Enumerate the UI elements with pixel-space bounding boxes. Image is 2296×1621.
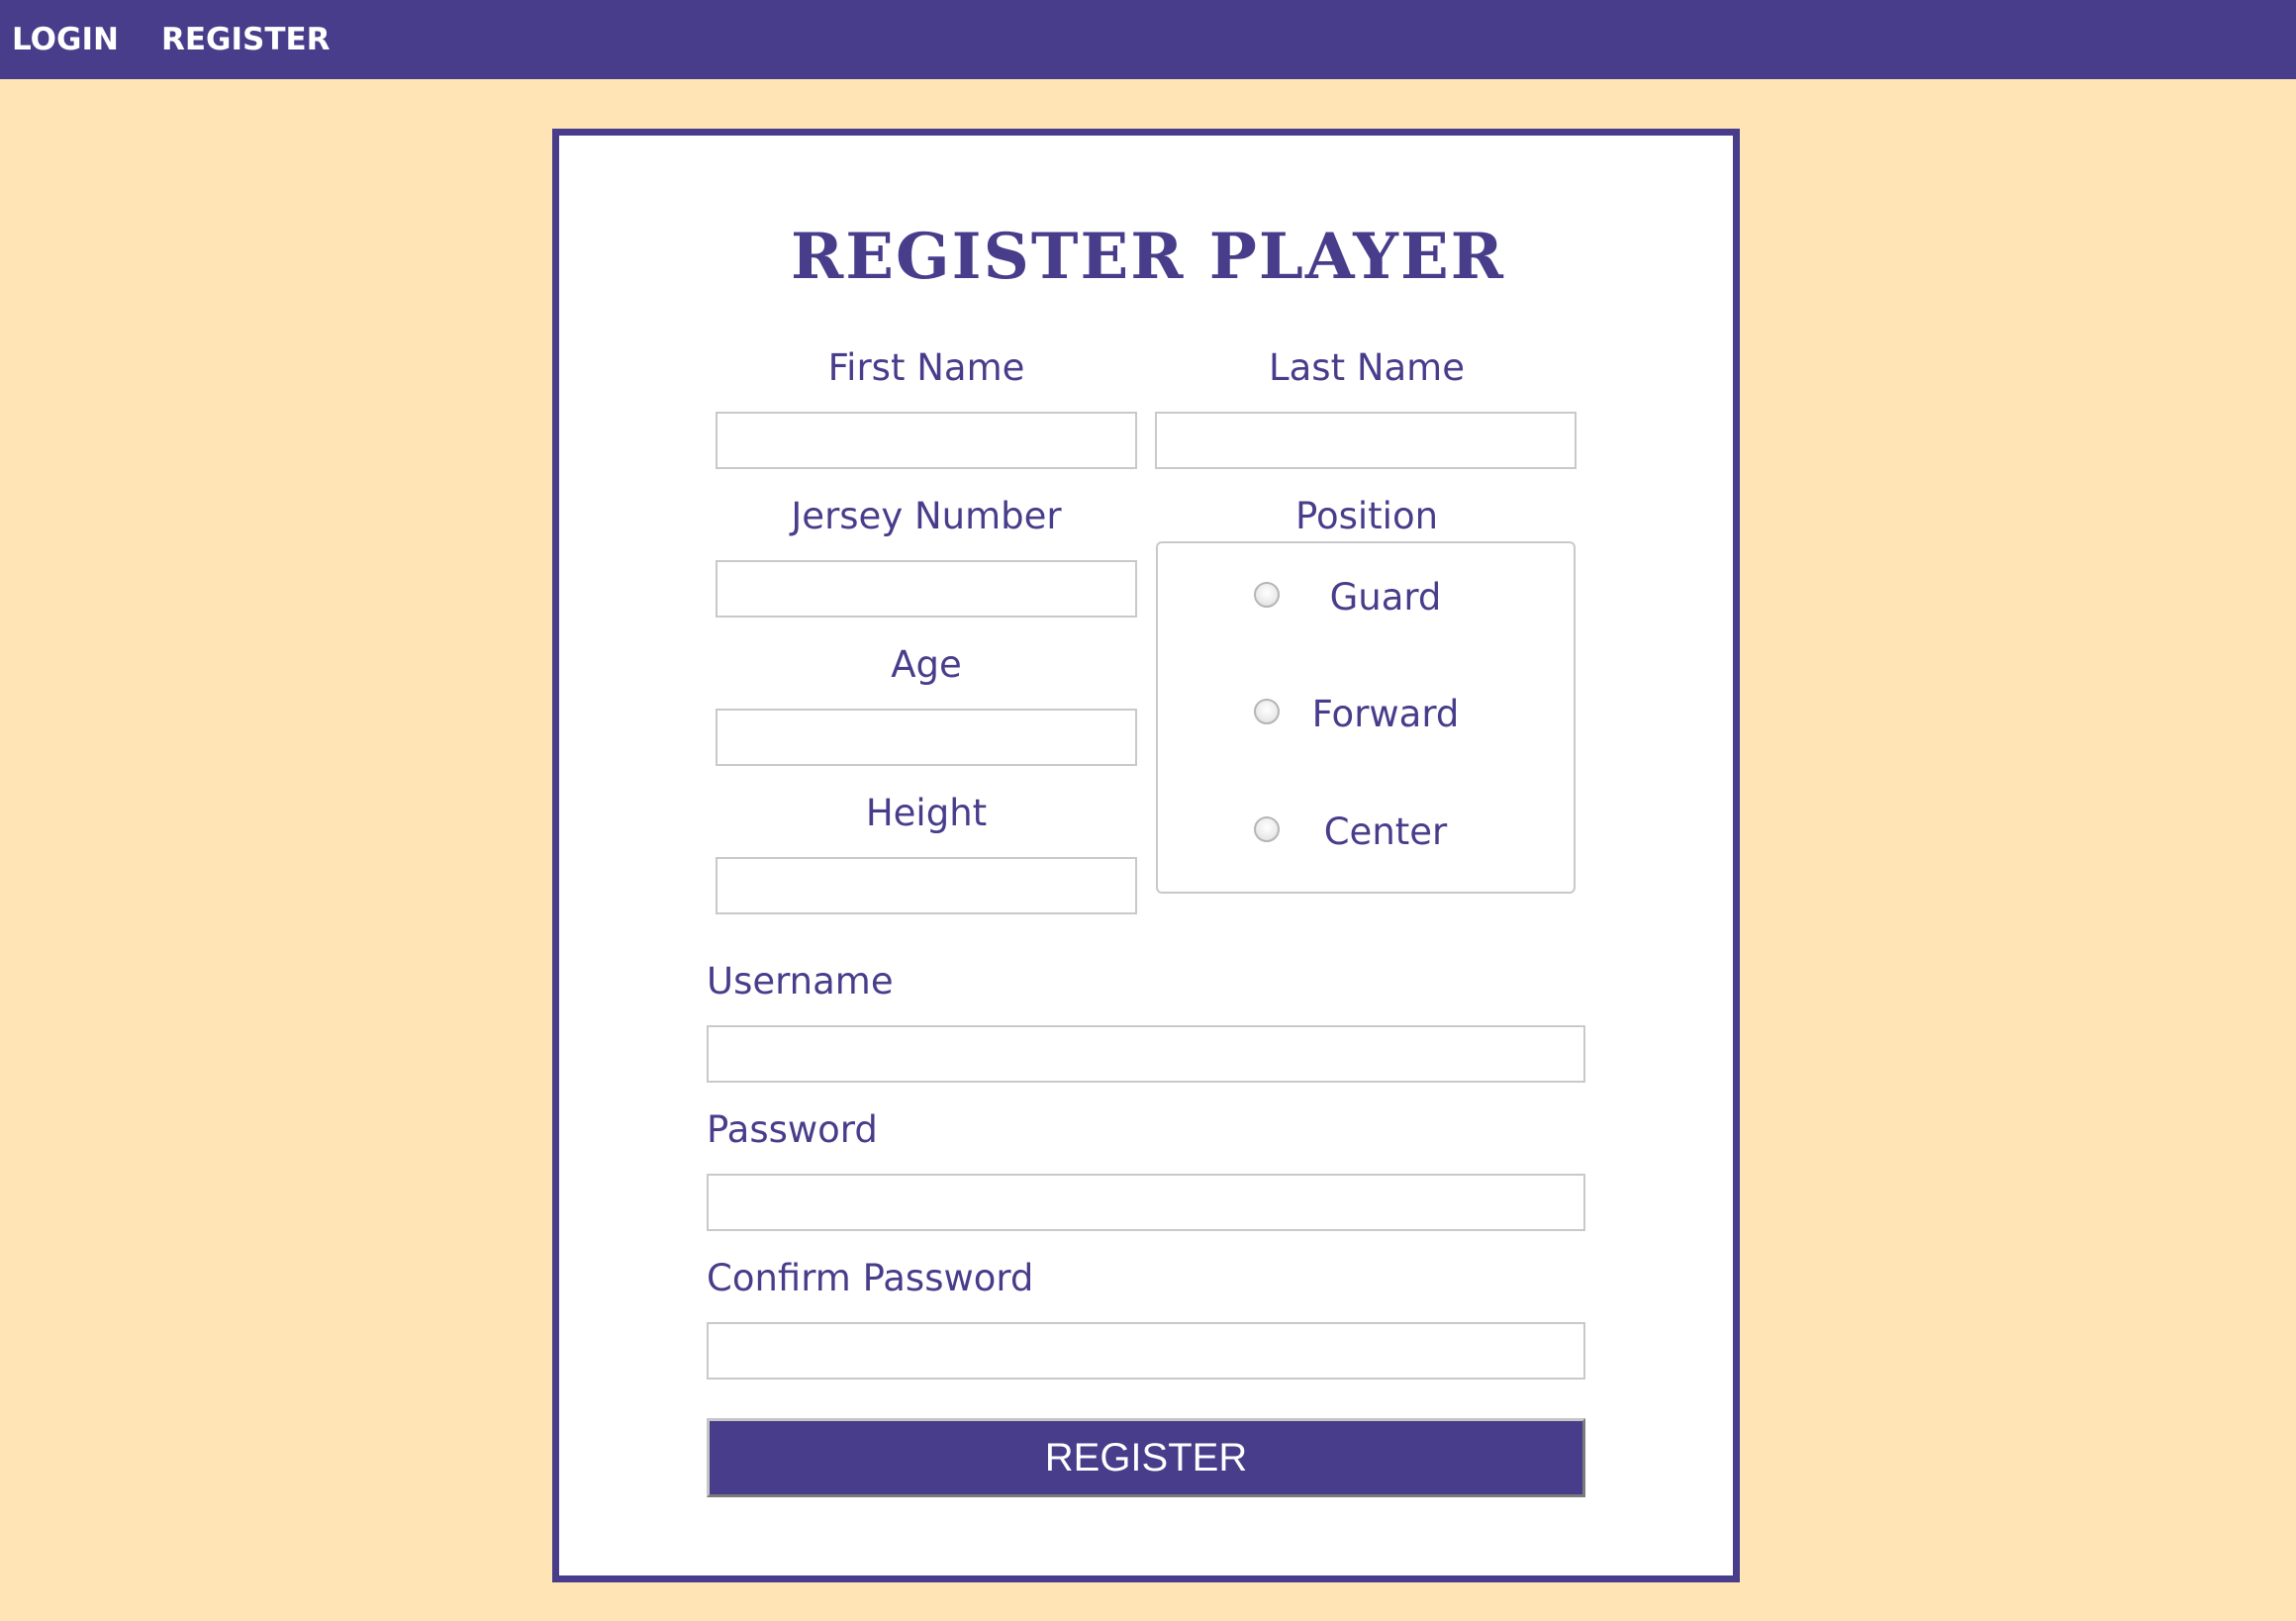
nav-login-link[interactable]: LOGIN: [12, 18, 119, 61]
form-title: REGISTER PLAYER: [791, 220, 1505, 294]
username-field[interactable]: [707, 1025, 1585, 1083]
age-label: Age: [891, 643, 962, 686]
position-option-center-label: Center: [1323, 810, 1448, 853]
jersey-number-label: Jersey Number: [791, 495, 1062, 537]
age-field[interactable]: [716, 709, 1137, 766]
password-field[interactable]: [707, 1174, 1585, 1231]
password-label: Password: [707, 1108, 878, 1151]
last-name-field[interactable]: [1155, 412, 1577, 469]
username-label: Username: [707, 960, 894, 1002]
height-label: Height: [865, 792, 988, 834]
jersey-number-field[interactable]: [716, 560, 1137, 618]
nav-register-link[interactable]: REGISTER: [161, 18, 331, 61]
position-option-guard-label: Guard: [1329, 576, 1442, 619]
register-submit-button[interactable]: REGISTER: [707, 1418, 1585, 1497]
last-name-label: Last Name: [1269, 346, 1465, 389]
confirm-password-label: Confirm Password: [707, 1257, 1034, 1299]
first-name-label: First Name: [827, 346, 1025, 389]
height-field[interactable]: [716, 857, 1137, 914]
position-radio-forward[interactable]: [1254, 699, 1280, 724]
first-name-field[interactable]: [716, 412, 1137, 469]
top-nav-bar: LOGIN REGISTER: [0, 0, 2296, 79]
position-label: Position: [1294, 495, 1439, 537]
position-radio-center[interactable]: [1254, 816, 1280, 842]
confirm-password-field[interactable]: [707, 1322, 1585, 1380]
position-option-forward-label: Forward: [1311, 693, 1460, 735]
position-radio-guard[interactable]: [1254, 582, 1280, 608]
